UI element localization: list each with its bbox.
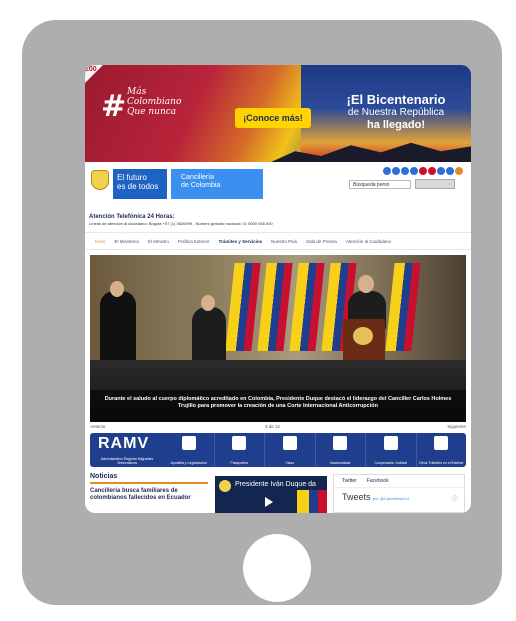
futuro-line-1: El futuro <box>117 173 147 182</box>
cancilleria-logo[interactable]: Cancillería de Colombia <box>171 169 263 199</box>
atencion-lines: Líneas de atención al ciudadano: Bogotá … <box>89 221 273 226</box>
pasaportes-button[interactable]: Pasaportes <box>215 433 265 467</box>
futuro-logo[interactable]: El futuro es de todos <box>113 169 167 199</box>
social-icon-8[interactable] <box>446 167 454 175</box>
podium-crest-icon <box>353 327 373 345</box>
nav-item-tramites[interactable]: Trámites y Servicios <box>219 239 263 244</box>
pasaportes-label: Pasaportes <box>230 461 249 465</box>
nav-item-prensa[interactable]: Sala de Prensa <box>306 239 337 244</box>
main-nav: Inicio El Ministerio El Ministro Polític… <box>85 232 471 250</box>
news-item-link[interactable]: Cancillería busca familiares de colombia… <box>90 488 208 502</box>
colombia-crest-icon[interactable] <box>91 170 109 190</box>
nav-item-politica[interactable]: Política Exterior <box>178 239 210 244</box>
nav-item-ministerio[interactable]: El Ministerio <box>115 239 140 244</box>
social-icon-1[interactable] <box>383 167 391 175</box>
visas-label: Visas <box>285 461 295 465</box>
social-icon-4[interactable] <box>410 167 418 175</box>
search-input[interactable]: Búsqueda perso <box>349 180 411 189</box>
social-icon-5[interactable] <box>419 167 427 175</box>
visa-globe-icon <box>282 436 297 450</box>
hashtag-symbol: # <box>101 89 127 124</box>
nav-item-ministro[interactable]: El Ministro <box>148 239 169 244</box>
ramv-sublabel: Administrativo Registro Migrantes Venezo… <box>100 457 154 465</box>
cooperacion-button[interactable]: Cooperación Judicial <box>366 433 417 467</box>
cooperacion-label: Cooperación Judicial <box>374 461 408 465</box>
cancilleria-line-1: Cancillería <box>181 174 215 181</box>
nav-item-inicio[interactable]: Inicio <box>95 239 106 244</box>
cleric-head <box>110 281 124 297</box>
info-icon[interactable]: ⓘ <box>452 494 458 503</box>
tab-facebook[interactable]: Facebook <box>367 478 389 484</box>
bicentenario-badge: 200 <box>85 65 105 85</box>
slogan-line-2: Colombiano <box>127 97 182 107</box>
otros-tramites-label: Otros Trámites en el Exterior <box>418 461 464 465</box>
social-icon-3[interactable] <box>401 167 409 175</box>
futuro-line-2: es de todos <box>117 182 159 191</box>
president-head <box>358 275 374 293</box>
nacionalidad-label: Nacionalidad <box>330 461 351 465</box>
news-section: Noticias Cancillería busca familiares de… <box>90 473 208 513</box>
prev-link[interactable]: Anterior <box>90 424 106 429</box>
video-flag-stripe <box>297 490 327 513</box>
nacionalidad-button[interactable]: Nacionalidad <box>316 433 366 467</box>
document-stamp-icon <box>181 436 196 450</box>
social-icon-6[interactable] <box>428 167 436 175</box>
slide-counter: 3 de 12 <box>265 424 281 429</box>
site-header: El futuro es de todos Cancillería de Col… <box>85 162 471 208</box>
seated-minister-figure <box>192 307 226 365</box>
apostilla-label: Apostilla y Legalización <box>170 461 207 465</box>
tab-twitter[interactable]: Twitter <box>342 478 357 484</box>
tweets-by[interactable]: por @CancilleriaCol <box>373 496 409 501</box>
bicentenario-banner[interactable]: 200 # Más Colombiano Que nunca ¡Conoce m… <box>85 65 471 162</box>
search-button[interactable] <box>415 179 455 189</box>
atencion-title: Atención Telefónica 24 Horas: <box>89 214 175 220</box>
justice-icon <box>383 436 398 450</box>
social-icons <box>383 167 463 175</box>
banner-slogan: Más Colombiano Que nunca <box>127 87 197 117</box>
slogan-line-3: Que nunca <box>127 107 177 117</box>
social-feed: Twitter Facebook Tweets por @Cancilleria… <box>333 474 465 513</box>
ramv-label: RAMV <box>98 435 150 452</box>
cleric-figure <box>100 291 136 365</box>
slogan-line-1: Más <box>127 87 147 97</box>
ramv-button[interactable]: RAMV Administrativo Registro Migrantes V… <box>90 433 164 467</box>
social-icon-9[interactable] <box>455 167 463 175</box>
bicentenario-line-3: ha llegado! <box>366 119 426 131</box>
apostilla-button[interactable]: Apostilla y Legalización <box>164 433 215 467</box>
bicentenario-line-2: de Nuestra República <box>347 107 445 118</box>
video-player[interactable]: Presidente Iván Duque da <box>215 476 327 513</box>
cancilleria-line-2: de Colombia <box>181 182 221 189</box>
news-title: Noticias <box>90 473 208 484</box>
visas-button[interactable]: Visas <box>265 433 316 467</box>
otros-tramites-button[interactable]: Otros Trámites en el Exterior <box>417 433 467 467</box>
globe-icon <box>434 436 449 450</box>
social-icon-7[interactable] <box>437 167 445 175</box>
play-icon[interactable] <box>265 497 273 507</box>
screen: 200 # Más Colombiano Que nunca ¡Conoce m… <box>85 65 471 513</box>
nav-item-pais[interactable]: Nuestro País <box>271 239 297 244</box>
hero-slideshow[interactable]: Durante el saludo al cuerpo diplomático … <box>90 255 466 422</box>
services-icon-bar: RAMV Administrativo Registro Migrantes V… <box>90 433 466 467</box>
minister-head <box>201 295 215 311</box>
feed-tabs: Twitter Facebook <box>334 475 464 488</box>
tweets-title: Tweets <box>342 492 371 502</box>
next-link[interactable]: Siguiente <box>447 424 466 429</box>
social-icon-2[interactable] <box>392 167 400 175</box>
video-channel-icon <box>219 480 231 492</box>
slideshow-pager: Anterior 3 de 12 Siguiente <box>85 423 471 431</box>
bicentenario-text: ¡El Bicentenario de Nuestra República ha… <box>323 93 469 132</box>
nationality-icon <box>333 436 348 450</box>
bicentenario-line-1: ¡El Bicentenario <box>346 92 446 107</box>
tweets-heading: Tweets por @CancilleriaCol ⓘ <box>334 488 464 506</box>
nav-item-atencion[interactable]: Atención al Ciudadano <box>346 239 391 244</box>
home-button[interactable] <box>243 534 311 602</box>
passport-icon <box>232 436 247 450</box>
video-title: Presidente Iván Duque da <box>235 481 316 488</box>
conoce-mas-button[interactable]: ¡Conoce más! <box>235 108 311 128</box>
hero-caption[interactable]: Durante el saludo al cuerpo diplomático … <box>90 390 466 422</box>
